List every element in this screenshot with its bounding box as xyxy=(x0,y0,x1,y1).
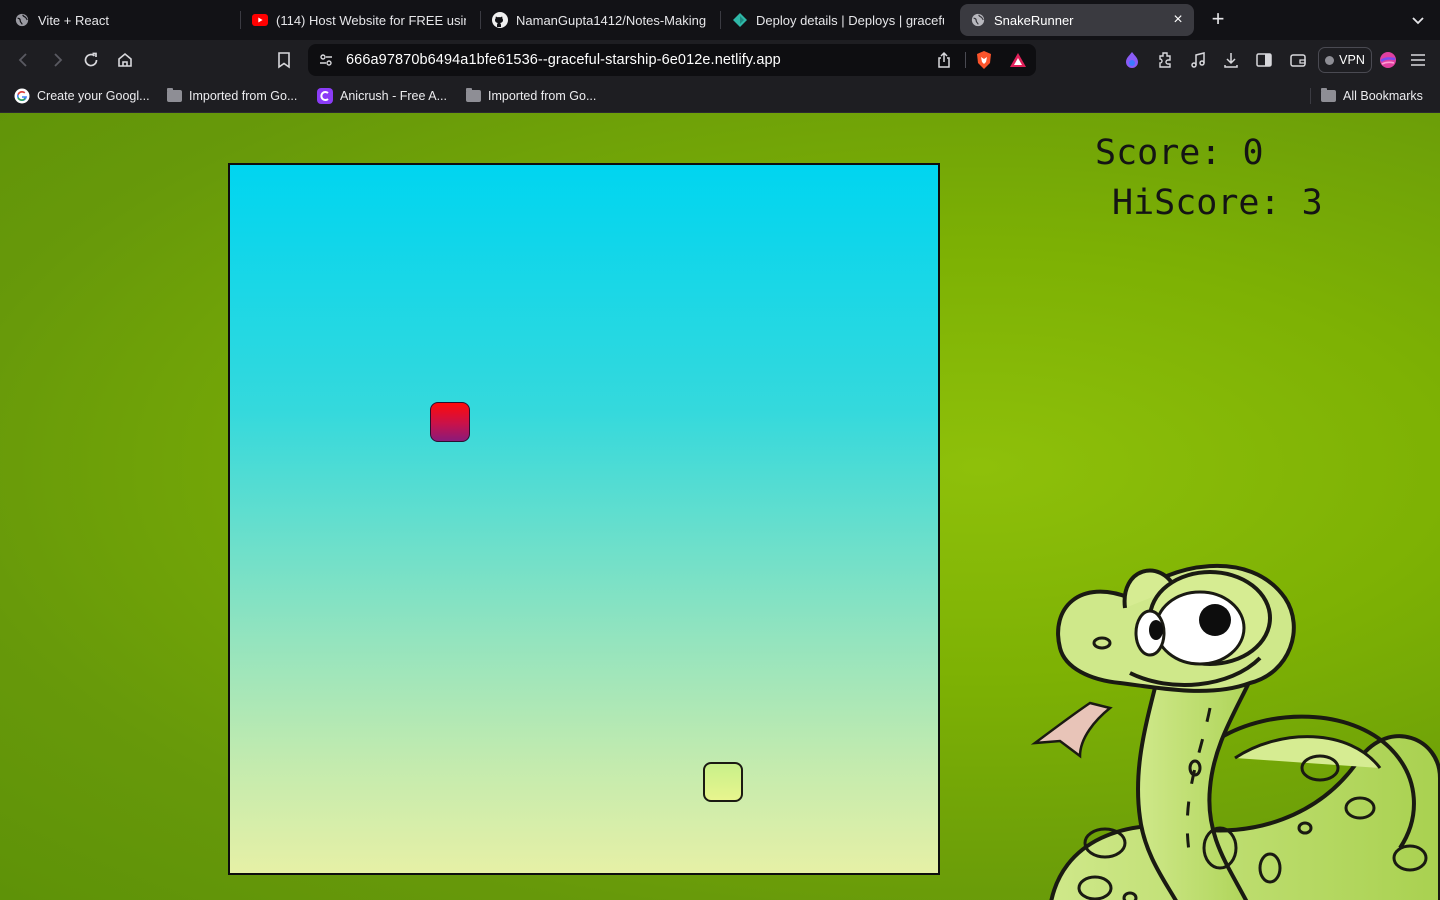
anicrush-icon xyxy=(317,88,333,104)
hiscore-display: HiScore: 3 xyxy=(1112,183,1323,223)
bookmark-item[interactable]: Create your Googl... xyxy=(14,87,150,105)
bookmark-folder[interactable]: Imported from Go... xyxy=(167,87,297,105)
bookmark-label: Imported from Go... xyxy=(189,89,298,103)
leo-ai-icon[interactable] xyxy=(1120,48,1144,72)
brave-shields-icon[interactable] xyxy=(972,48,996,72)
url-text[interactable]: 666a97870b6494a1bfe61536--graceful-stars… xyxy=(346,52,781,68)
address-bar-divider xyxy=(965,52,966,68)
snake-mascot-icon xyxy=(1030,563,1440,900)
youtube-icon xyxy=(252,12,268,28)
all-bookmarks-label: All Bookmarks xyxy=(1343,89,1423,103)
globe-icon xyxy=(970,12,986,28)
tab-snakerunner[interactable]: SnakeRunner × xyxy=(960,4,1194,36)
bookmarks-bar: Create your Googl... Imported from Go...… xyxy=(0,80,1440,113)
tab-netlify[interactable]: Deploy details | Deploys | graceful xyxy=(722,4,954,36)
vpn-status-dot xyxy=(1325,55,1335,65)
tab-github[interactable]: NamanGupta1412/Notes-Making xyxy=(482,4,716,36)
extensions-icon[interactable] xyxy=(1153,48,1177,72)
tab-divider xyxy=(240,11,241,29)
game-page: Score: 0 HiScore: 3 xyxy=(0,113,1440,900)
github-icon xyxy=(492,12,508,28)
tab-title: SnakeRunner xyxy=(994,12,1074,28)
all-bookmarks-button[interactable]: All Bookmarks xyxy=(1321,87,1423,105)
media-music-icon[interactable] xyxy=(1186,48,1210,72)
tab-vite-react[interactable]: Vite + React xyxy=(4,4,236,36)
game-board[interactable] xyxy=(228,163,940,875)
download-icon[interactable] xyxy=(1219,48,1243,72)
navigation-toolbar: 666a97870b6494a1bfe61536--graceful-stars… xyxy=(0,40,1440,80)
close-tab-icon[interactable]: × xyxy=(1170,12,1186,28)
bookmark-label: Anicrush - Free A... xyxy=(340,89,447,103)
folder-icon xyxy=(466,88,481,102)
bookmarks-divider xyxy=(1310,88,1311,104)
folder-icon xyxy=(167,88,182,102)
bookmark-label: Imported from Go... xyxy=(488,89,597,103)
forward-arrow-icon[interactable] xyxy=(45,48,69,72)
vpn-button[interactable]: VPN xyxy=(1318,47,1372,73)
tab-strip: Vite + React (114) Host Website for FREE… xyxy=(0,0,1440,40)
netlify-icon xyxy=(732,12,748,28)
brave-rewards-icon[interactable] xyxy=(1006,48,1030,72)
bookmark-icon[interactable] xyxy=(272,48,296,72)
back-arrow-icon[interactable] xyxy=(12,48,36,72)
tab-divider xyxy=(480,11,481,29)
wallet-icon[interactable] xyxy=(1286,48,1310,72)
folder-icon xyxy=(1321,88,1336,102)
vpn-label: VPN xyxy=(1339,53,1365,67)
food-tile xyxy=(429,402,470,442)
address-bar[interactable]: 666a97870b6494a1bfe61536--graceful-stars… xyxy=(308,44,1036,76)
google-icon xyxy=(14,88,30,104)
tab-title: (114) Host Website for FREE using xyxy=(276,12,466,28)
home-icon[interactable] xyxy=(113,48,137,72)
bookmark-folder[interactable]: Imported from Go... xyxy=(466,87,596,105)
share-icon[interactable] xyxy=(932,48,956,72)
globe-icon xyxy=(14,12,30,28)
tab-list-chevron-icon[interactable] xyxy=(1408,10,1428,30)
new-tab-button[interactable]: + xyxy=(1206,8,1230,32)
tab-divider xyxy=(720,11,721,29)
bookmark-item[interactable]: Anicrush - Free A... xyxy=(317,87,447,105)
menu-hamburger-icon[interactable] xyxy=(1406,48,1430,72)
profile-avatar-icon[interactable] xyxy=(1376,48,1400,72)
tab-title: Vite + React xyxy=(38,12,109,28)
site-settings-icon[interactable] xyxy=(314,48,338,72)
bookmark-label: Create your Googl... xyxy=(37,89,150,103)
tab-youtube[interactable]: (114) Host Website for FREE using xyxy=(242,4,476,36)
tab-title: NamanGupta1412/Notes-Making xyxy=(516,12,706,28)
sidebar-toggle-icon[interactable] xyxy=(1252,48,1276,72)
reload-icon[interactable] xyxy=(79,48,103,72)
snake-segment xyxy=(703,762,743,802)
score-display: Score: 0 xyxy=(1095,133,1264,173)
tab-title: Deploy details | Deploys | graceful xyxy=(756,12,944,28)
